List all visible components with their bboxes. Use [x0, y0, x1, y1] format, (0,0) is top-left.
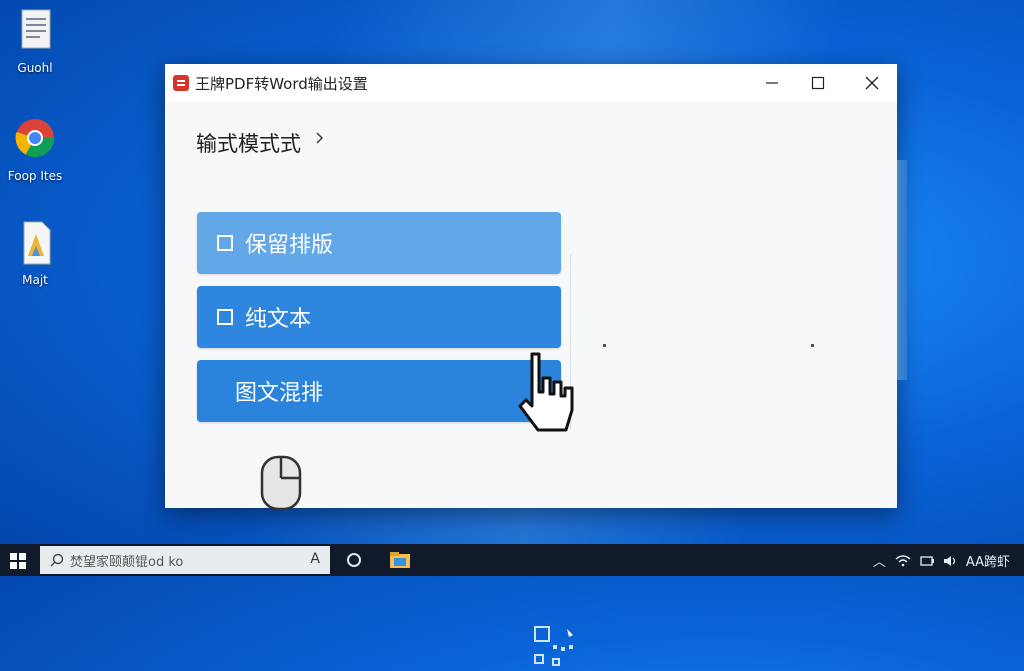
close-icon [865, 76, 879, 90]
checkbox[interactable] [217, 235, 233, 251]
mark [603, 344, 606, 347]
hand-cursor-icon [518, 352, 574, 432]
checkbox[interactable] [217, 309, 233, 325]
chrome-icon [15, 119, 55, 158]
file-explorer-icon[interactable] [388, 548, 412, 572]
taskbar: 焚望家颐颠锟od ko A ︿ AA跨虾 [0, 544, 1024, 576]
app-logo-icon [173, 75, 189, 91]
close-button[interactable] [847, 64, 897, 102]
volume-icon[interactable] [943, 555, 957, 567]
desktop-icon-label: Foop Ites [7, 169, 63, 183]
search-mic-label[interactable]: A [310, 551, 320, 567]
window-content: 输式模式式 保留排版 纯文本 图文混排 [165, 102, 897, 666]
search-icon [50, 553, 64, 567]
option-plain-text[interactable]: 纯文本 [197, 286, 561, 348]
option-mixed-layout[interactable]: 图文混排 [197, 360, 573, 666]
file-icon [23, 221, 51, 265]
task-view-icon[interactable] [344, 550, 364, 570]
minimize-icon [766, 82, 778, 84]
mark [811, 344, 814, 347]
windows-start-icon[interactable] [10, 553, 26, 569]
option-keep-layout[interactable]: 保留排版 [197, 212, 561, 274]
desktop-icon-guohl[interactable]: Guohl [0, 8, 70, 75]
taskbar-search-box[interactable]: 焚望家颐颠锟od ko A [40, 546, 330, 574]
title-bar[interactable]: 王牌PDF转Word输出设置 [165, 64, 897, 102]
desktop-icon-majt[interactable]: Majt [0, 220, 70, 287]
wifi-icon[interactable] [895, 554, 911, 567]
maximize-icon [811, 76, 825, 90]
option-label: 保留排版 [245, 233, 334, 258]
maximize-button[interactable] [793, 64, 843, 102]
window-title: 王牌PDF转Word输出设置 [195, 75, 368, 93]
settings-window: 王牌PDF转Word输出设置 输式模式式 保留排版 纯文本 图文混排 [165, 64, 897, 666]
background-window-edge [897, 160, 907, 380]
option-label: 图文混排 [235, 381, 324, 406]
option-label: 纯文本 [245, 307, 312, 332]
search-placeholder: 焚望家颐颠锟od ko [70, 554, 184, 570]
qr-scan-icon [534, 626, 573, 666]
desktop-icon-label: Guohl [17, 61, 53, 75]
mouse-icon [260, 455, 302, 511]
minimize-button[interactable] [747, 64, 797, 102]
chevron-up-icon[interactable]: ︿ [873, 551, 886, 570]
tray-clock-text[interactable]: AA跨虾 [966, 551, 1010, 570]
system-tray: ︿ AA跨虾 [873, 551, 1010, 570]
desktop-icon-label: Majt [22, 273, 48, 287]
chevron-right-icon[interactable] [315, 131, 325, 145]
battery-icon[interactable] [920, 555, 934, 567]
section-title: 输式模式式 [196, 132, 301, 156]
desktop-icon-foop[interactable]: Foop Ites [0, 116, 70, 183]
document-icon [21, 9, 51, 49]
